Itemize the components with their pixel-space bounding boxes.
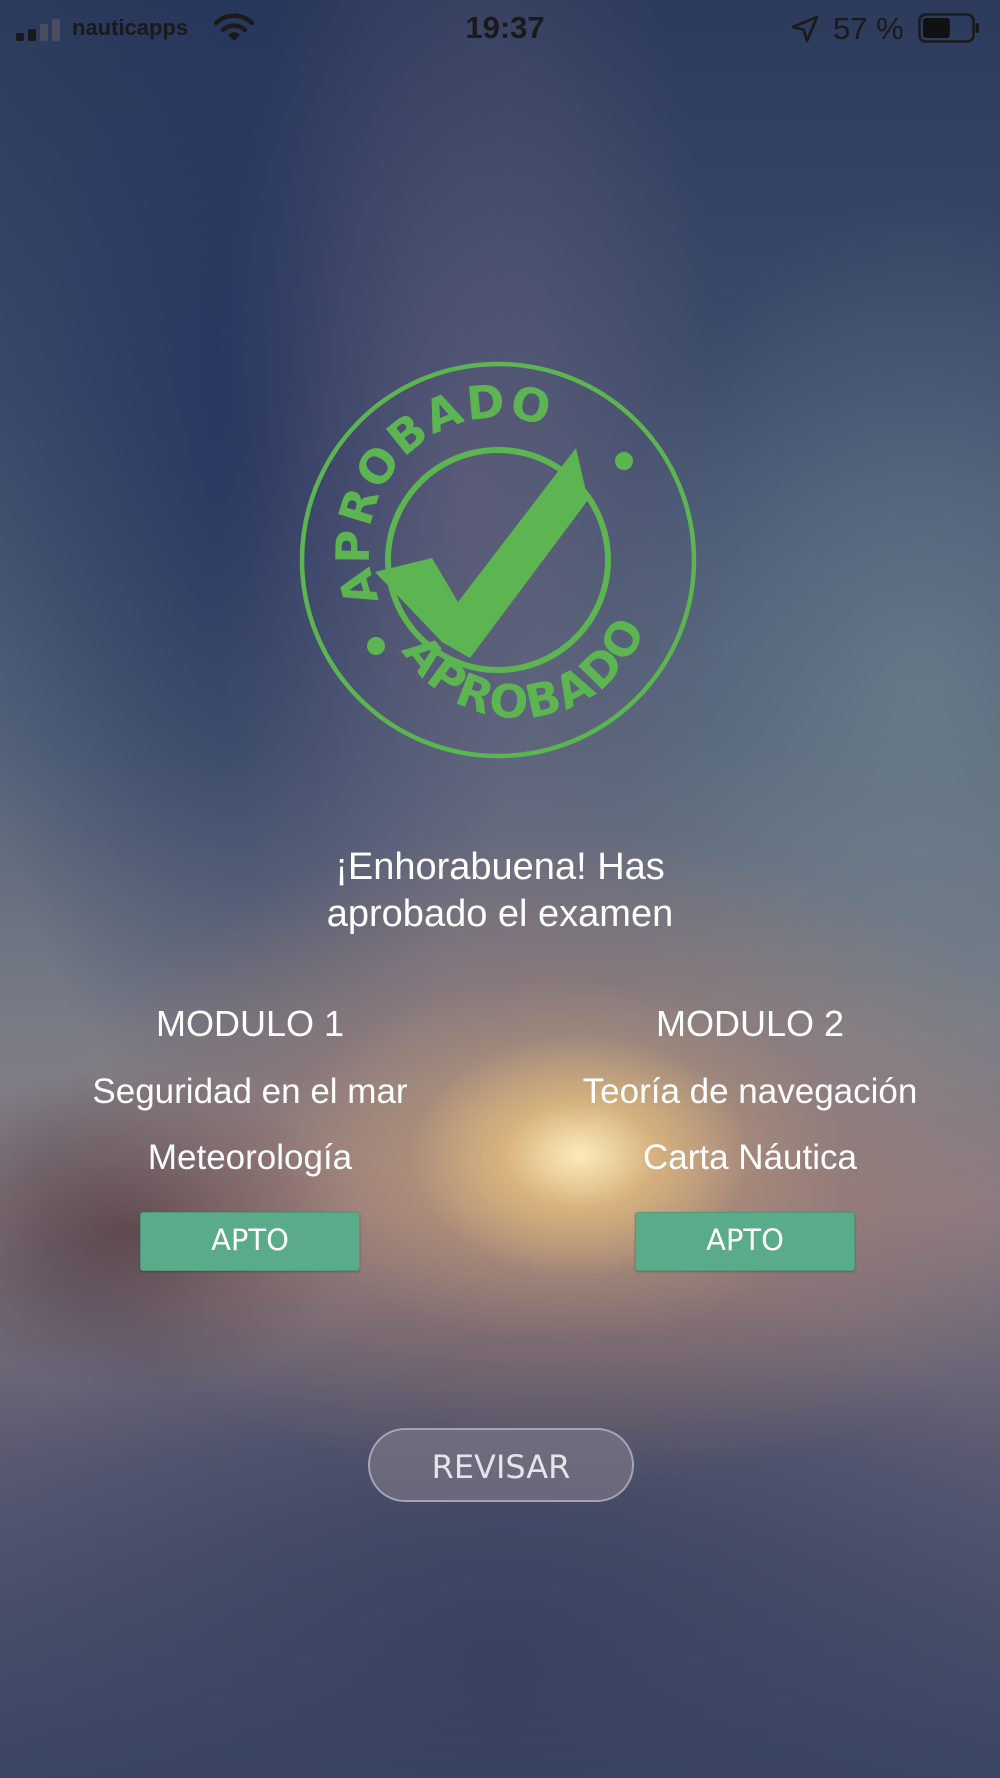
module-title: MODULO 2 bbox=[655, 1003, 845, 1044]
module-2-result: MODULO 2 Teoría de navegación Carta Náut… bbox=[520, 1000, 980, 1271]
status-bar: nauticapps 19:37 57 % bbox=[0, 0, 1000, 58]
headline-line-1: ¡Enhorabuena! Has bbox=[335, 846, 665, 888]
result-badge: APTO bbox=[635, 1212, 855, 1271]
battery-icon bbox=[918, 13, 979, 43]
approved-stamp: APROBADO APROBADO bbox=[299, 361, 697, 759]
signal-icon bbox=[16, 19, 62, 41]
headline-line-2: aprobado el examen bbox=[326, 893, 674, 935]
wifi-icon bbox=[214, 13, 254, 41]
congratulations-message: ¡Enhorabuena! Has aprobado el examen bbox=[200, 844, 800, 938]
battery-percentage: 57 % bbox=[833, 11, 904, 46]
location-arrow-icon bbox=[791, 15, 819, 43]
module-subject: Meteorología bbox=[147, 1138, 353, 1177]
carrier-name: nauticapps bbox=[72, 15, 189, 40]
status-clock: 19:37 bbox=[465, 10, 545, 45]
module-subject: Seguridad en el mar bbox=[92, 1072, 408, 1111]
exam-result-screen: nauticapps 19:37 57 % APROBADO APROBADO … bbox=[0, 0, 1000, 1778]
result-badge: APTO bbox=[140, 1212, 360, 1271]
review-button[interactable]: REVISAR bbox=[368, 1428, 634, 1502]
module-subject: Carta Náutica bbox=[643, 1138, 857, 1177]
module-1-result: MODULO 1 Seguridad en el mar Meteorologí… bbox=[20, 1000, 480, 1271]
module-subject: Teoría de navegación bbox=[582, 1072, 918, 1111]
module-title: MODULO 1 bbox=[155, 1003, 345, 1044]
